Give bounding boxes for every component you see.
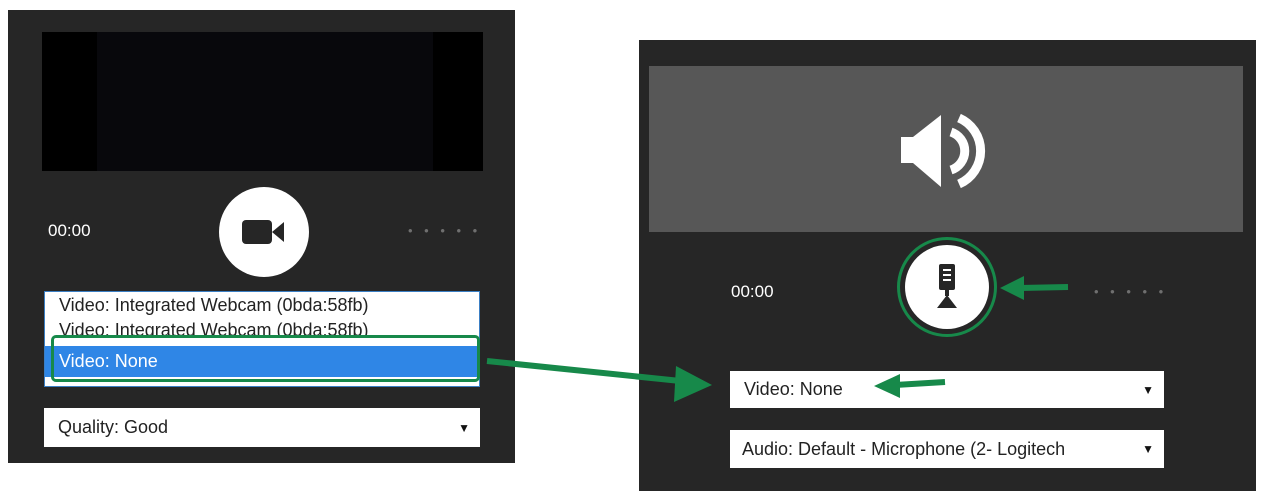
pointer-arrow-video-none: [874, 374, 946, 398]
annotation-overlay: [486, 276, 1069, 402]
pointer-arrow-mic: [1000, 276, 1069, 300]
connector-arrow: [486, 358, 712, 402]
